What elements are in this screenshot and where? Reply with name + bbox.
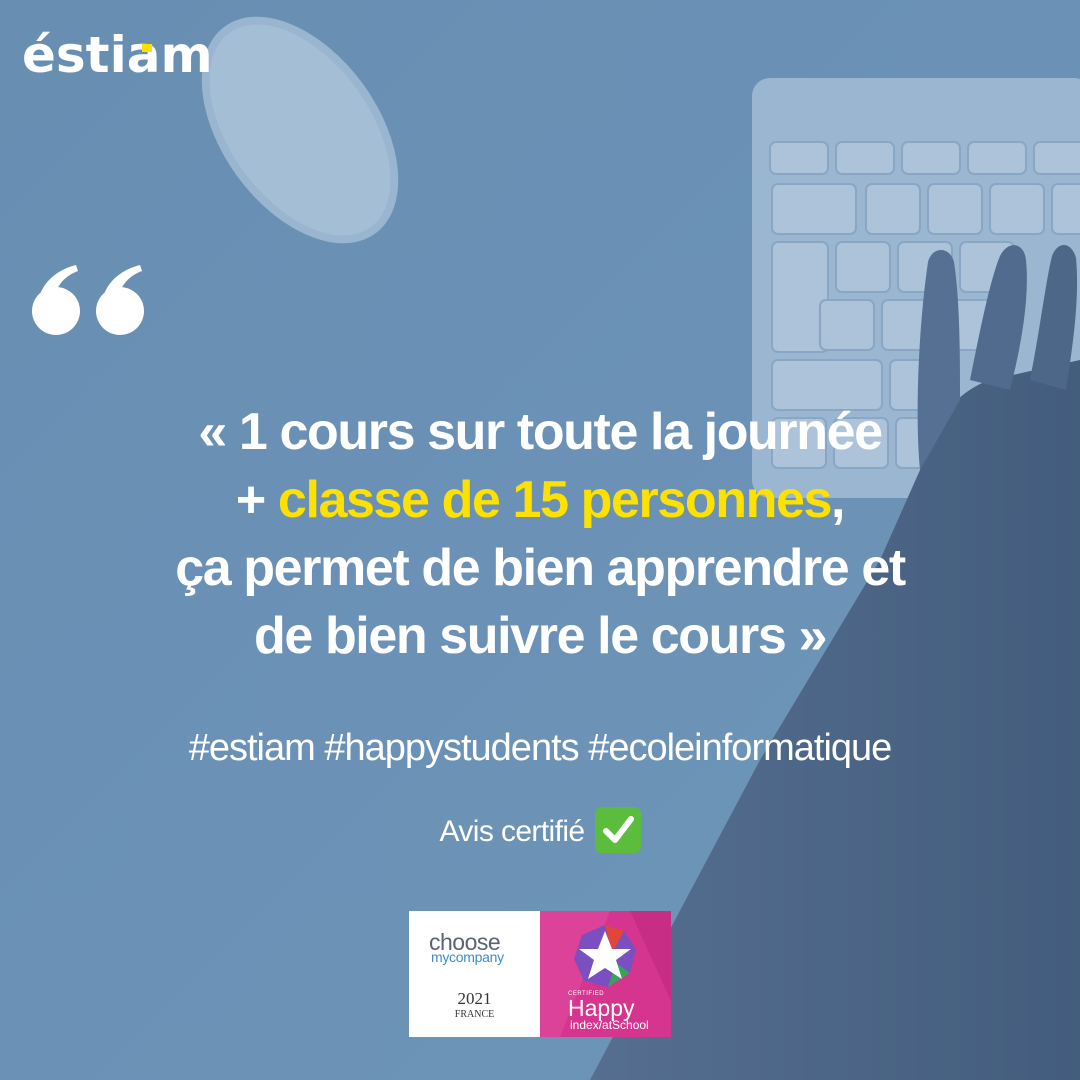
quote-line-3: ça permet de bien apprendre et xyxy=(175,539,906,597)
certification-badges: choose mycompany 2021 FRANCE CERTIFIED H… xyxy=(409,911,671,1037)
logo-accent-dot xyxy=(142,44,152,52)
quotation-mark-icon xyxy=(32,265,144,335)
quote-highlight: classe de 15 personnes xyxy=(277,471,832,529)
verified-review: Avis certifié xyxy=(0,807,1080,856)
quote-line-4: de bien suivre le cours » xyxy=(254,607,827,665)
check-mark-icon xyxy=(594,807,641,853)
testimonial-quote: « 1 cours sur toute la journée + classe … xyxy=(60,398,1020,670)
happy-index-badge: CERTIFIED Happy index/atSchool xyxy=(540,911,671,1037)
closing-guillemet: » xyxy=(798,607,827,665)
estiam-logo: éstiam xyxy=(22,26,213,82)
star-icon xyxy=(574,925,636,987)
hashtags: #estiam #happystudents #ecoleinformatiqu… xyxy=(188,727,893,769)
quote-line-2: + classe de 15 personnes, xyxy=(235,471,846,529)
choosemycompany-badge: choose mycompany 2021 FRANCE xyxy=(409,911,540,1037)
badge-country: FRANCE xyxy=(454,1009,495,1020)
svg-text:éstiam: éstiam xyxy=(22,26,213,82)
verified-label: Avis certifié xyxy=(439,814,585,848)
badge-year: 2021 xyxy=(457,989,492,1008)
quote-line-1: « 1 cours sur toute la journée xyxy=(198,403,883,461)
opening-guillemet: « xyxy=(198,403,227,461)
